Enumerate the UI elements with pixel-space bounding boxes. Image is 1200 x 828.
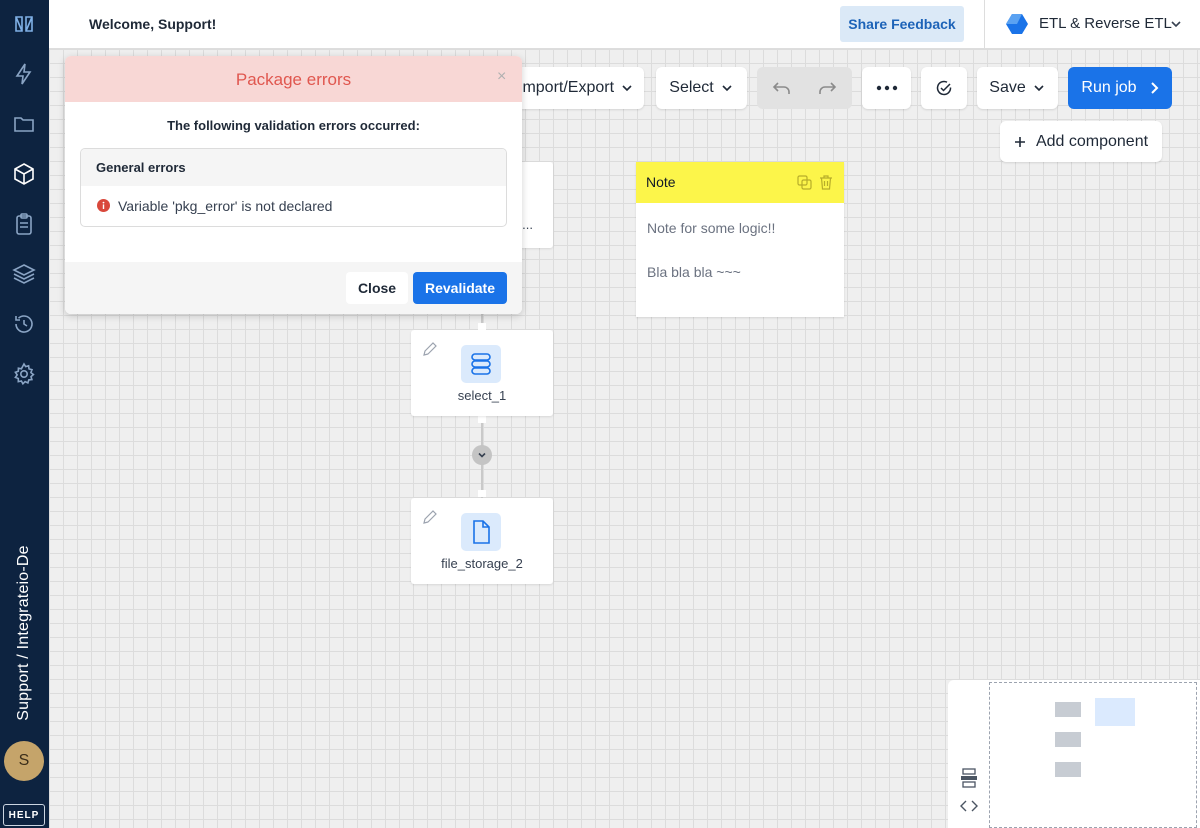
pencil-icon[interactable]	[421, 340, 439, 358]
clipboard-icon[interactable]	[11, 211, 37, 237]
chevron-down-icon	[722, 85, 732, 92]
logo-icon[interactable]	[11, 11, 37, 37]
layers-icon[interactable]	[11, 261, 37, 287]
note-body[interactable]: Note for some logic!! Bla bla bla ~~~	[647, 217, 837, 305]
chevron-right-icon	[1150, 82, 1158, 94]
pipeline-node-file-storage[interactable]: file_storage_2	[411, 498, 553, 584]
plus-icon	[1014, 136, 1025, 147]
note-header: Note	[636, 162, 844, 203]
minimap-node	[1055, 702, 1081, 717]
header-divider	[984, 0, 985, 48]
close-icon[interactable]: ×	[497, 68, 506, 86]
select-dropdown[interactable]: Select	[656, 67, 747, 109]
note-title: Note	[646, 174, 676, 190]
error-message: Variable 'pkg_error' is not declared	[118, 198, 333, 214]
dialog-header: Package errors ×	[65, 56, 522, 102]
pipeline-node-select[interactable]: select_1	[411, 330, 553, 416]
save-dropdown[interactable]: Save	[977, 67, 1058, 109]
lightning-icon[interactable]	[11, 61, 37, 87]
validate-button[interactable]	[921, 67, 967, 109]
error-section: General errors Variable 'pkg_error' is n…	[80, 148, 507, 227]
avatar[interactable]: S	[4, 741, 44, 781]
redo-icon	[818, 82, 836, 94]
share-feedback-button[interactable]: Share Feedback	[840, 6, 964, 42]
more-options-button[interactable]	[862, 67, 911, 109]
connector-port	[478, 416, 486, 423]
undo-icon	[772, 82, 790, 94]
error-section-title: General errors	[96, 160, 186, 175]
help-button[interactable]: HELP	[3, 804, 45, 826]
select-component-icon	[461, 345, 501, 383]
package-icon[interactable]	[11, 161, 37, 187]
code-icon[interactable]	[959, 798, 979, 814]
package-errors-dialog: Package errors × The following validatio…	[65, 56, 522, 314]
undo-redo-group	[757, 67, 852, 109]
run-job-button[interactable]: Run job	[1068, 67, 1172, 109]
close-button[interactable]: Close	[346, 272, 408, 304]
undo-button[interactable]	[757, 67, 804, 109]
minimap-node	[1055, 762, 1081, 777]
chevron-down-icon	[1034, 85, 1044, 92]
node-label: file_storage_2	[441, 556, 523, 571]
chevron-down-icon[interactable]	[1169, 17, 1183, 31]
welcome-text: Welcome, Support!	[89, 16, 217, 32]
minimap-node	[1055, 732, 1081, 747]
project-path[interactable]: Support / Integrateio-De	[4, 540, 44, 725]
minimap-note	[1095, 698, 1135, 726]
dialog-title: Package errors	[235, 70, 352, 89]
chevron-down-icon	[622, 85, 632, 92]
connector-port	[478, 490, 486, 497]
folder-icon[interactable]	[11, 111, 37, 137]
layout-icon[interactable]	[960, 768, 978, 788]
add-component-button[interactable]: Add component	[1000, 121, 1162, 162]
connector-port	[478, 323, 486, 330]
chevron-down-icon	[478, 452, 486, 458]
gear-icon[interactable]	[11, 361, 37, 387]
pencil-icon[interactable]	[421, 508, 439, 526]
top-header: Welcome, Support! Share Feedback ETL & R…	[49, 0, 1200, 49]
more-dots-icon	[876, 85, 897, 91]
redo-button[interactable]	[804, 67, 851, 109]
dialog-footer: Close Revalidate	[65, 262, 522, 314]
error-section-header: General errors	[81, 149, 506, 186]
history-icon[interactable]	[11, 311, 37, 337]
dialog-message: The following validation errors occurred…	[167, 118, 420, 133]
copy-icon[interactable]	[797, 175, 812, 190]
error-icon	[97, 199, 110, 212]
product-switcher[interactable]: ETL & Reverse ETL	[1039, 15, 1172, 32]
minimap-viewport[interactable]	[989, 682, 1197, 828]
sidebar: Support / Integrateio-De S HELP	[0, 0, 49, 828]
file-component-icon	[461, 513, 501, 551]
minimap[interactable]	[948, 680, 1200, 828]
revalidate-button[interactable]: Revalidate	[413, 272, 507, 304]
expand-connector-button[interactable]	[472, 445, 492, 465]
trash-icon[interactable]	[819, 175, 833, 190]
import-export-dropdown[interactable]: Import/Export	[512, 67, 644, 109]
node-label: select_1	[457, 388, 507, 403]
product-logo-icon	[1006, 14, 1028, 34]
canvas-note[interactable]: Note Note for some logic!! Bla bla bla ~…	[636, 162, 844, 317]
check-circle-icon	[936, 80, 952, 96]
